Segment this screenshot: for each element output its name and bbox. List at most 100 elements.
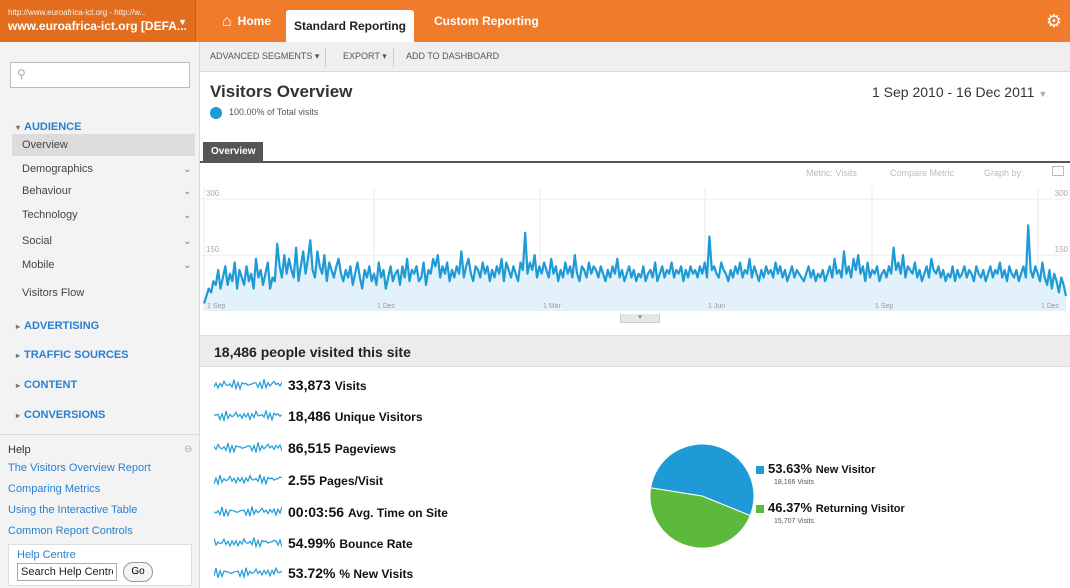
add-to-dashboard-button[interactable]: ADD TO DASHBOARD <box>400 48 505 67</box>
tab-overview[interactable]: Overview <box>203 142 264 162</box>
help-link[interactable]: Comparing Metrics <box>8 483 100 495</box>
metric-number: 53.72% <box>288 565 336 581</box>
legend-sub: 18,166 Visits <box>774 479 814 486</box>
sparkline-path <box>214 442 282 455</box>
tab-underline <box>200 161 1070 163</box>
gear-icon[interactable]: ⚙ <box>1046 11 1062 32</box>
metric-value: 18,486 Unique Visitors <box>288 408 423 424</box>
sidebar-item-social[interactable]: Social ⌄ <box>12 230 195 252</box>
sidebar-item-label: Demographics <box>22 163 93 175</box>
chevron-down-icon: ▾ <box>382 51 387 61</box>
metric-label: Avg. Time on Site <box>347 506 448 520</box>
graph-by-day-icon[interactable] <box>1052 166 1064 176</box>
sidebar-section-traffic-sources[interactable]: ▸ TRAFFIC SOURCES <box>16 349 129 361</box>
sidebar: ⚲ ▾ AUDIENCE Overview Demographics ⌄ Behav… <box>0 42 200 588</box>
collapsed-arrow-icon: ▸ <box>16 411 21 420</box>
metric-number: 86,515 <box>288 440 331 456</box>
sidebar-search-input[interactable]: ⚲ <box>10 62 190 88</box>
chevron-down-icon: ▼ <box>178 17 187 27</box>
metric-value: 86,515 Pageviews <box>288 440 396 456</box>
tab-home[interactable]: ⌂ Home <box>222 0 271 42</box>
metric-label: Pages/Visit <box>319 474 383 488</box>
x-tick-label: 1 Dec <box>1041 303 1060 310</box>
tab-standard-reporting[interactable]: Standard Reporting <box>286 10 414 42</box>
button-label: EXPORT <box>343 51 380 61</box>
legend-swatch <box>756 466 764 474</box>
metric-selector[interactable]: Metric: Visits <box>806 168 857 178</box>
chevron-down-icon: ⌄ <box>183 186 191 196</box>
section-label: CONTENT <box>24 379 78 391</box>
metric-value: 54.99% Bounce Rate <box>288 535 413 551</box>
help-centre-box: Help Centre Go <box>8 544 192 586</box>
sidebar-item-mobile[interactable]: Mobile ⌄ <box>12 254 195 276</box>
metric-value: 53.72% % New Visits <box>288 565 413 581</box>
metric-number: 00:03:56 <box>288 504 345 520</box>
summary-title: 18,486 people visited this site <box>214 344 411 360</box>
sparkline-path <box>214 567 282 580</box>
y-tick-label: 150 <box>206 245 220 254</box>
collapse-icon[interactable]: ⊖ <box>184 444 192 455</box>
x-tick-label: 1 Sep <box>207 303 225 310</box>
x-tick-label: 1 Mar <box>543 303 562 310</box>
section-label: AUDIENCE <box>24 121 82 133</box>
date-range-label: 1 Sep 2010 - 16 Dec 2011 <box>872 84 1035 100</box>
x-tick-label: 1 Dec <box>377 303 396 310</box>
date-range-selector[interactable]: 1 Sep 2010 - 16 Dec 2011 ▼ <box>872 84 1047 100</box>
account-selector[interactable]: http://www.euroafrica-ict.org - http://w… <box>0 0 196 42</box>
analytics-app: http://www.euroafrica-ict.org - http://w… <box>0 0 1070 588</box>
sidebar-item-overview[interactable]: Overview <box>12 134 195 156</box>
sidebar-section-advertising[interactable]: ▸ ADVERTISING <box>16 320 99 332</box>
chevron-down-icon: ▼ <box>1038 89 1048 99</box>
y-tick-label: 300 <box>1055 189 1069 198</box>
help-link[interactable]: Using the Interactive Table <box>8 504 137 516</box>
account-profile: www.euroafrica-ict.org [DEFA... <box>8 19 186 33</box>
home-icon: ⌂ <box>222 13 232 30</box>
help-link[interactable]: Common Report Controls <box>8 525 133 537</box>
help-link[interactable]: The Visitors Overview Report <box>8 462 151 474</box>
sparkline-path <box>214 537 282 549</box>
go-button[interactable]: Go <box>123 562 153 582</box>
tab-home-label: Home <box>237 14 272 28</box>
legend-percent: 46.37% <box>768 500 813 515</box>
collapsed-arrow-icon: ▸ <box>16 322 21 331</box>
compare-metric-selector[interactable]: Compare Metric <box>890 168 954 178</box>
segment-pie-icon <box>210 107 222 119</box>
sidebar-section-content[interactable]: ▸ CONTENT <box>16 379 77 391</box>
advanced-segments-button[interactable]: ADVANCED SEGMENTS ▾ <box>204 48 327 67</box>
sparkline-path <box>214 506 282 518</box>
sidebar-section-conversions[interactable]: ▸ CONVERSIONS <box>16 409 105 421</box>
metric-value: 33,873 Visits <box>288 377 367 393</box>
sidebar-item-label: Technology <box>22 209 78 221</box>
collapsed-arrow-icon: ▸ <box>16 351 21 360</box>
sidebar-item-visitors-flow[interactable]: Visitors Flow <box>12 282 195 304</box>
top-navigation-bar: http://www.euroafrica-ict.org - http://w… <box>0 0 1070 42</box>
metric-number: 2.55 <box>288 472 316 488</box>
help-centre-link[interactable]: Help Centre <box>17 549 183 561</box>
tab-custom-reporting[interactable]: Custom Reporting <box>434 0 539 42</box>
chart-resize-handle[interactable]: ▾ <box>620 314 660 323</box>
sparkline-icon <box>214 567 282 580</box>
y-tick-label: 150 <box>1055 245 1069 254</box>
sparkline-path <box>214 410 282 423</box>
sidebar-item-behaviour[interactable]: Behaviour ⌄ <box>12 180 195 202</box>
sparkline-icon <box>214 506 282 518</box>
sparkline-path <box>214 379 282 391</box>
sidebar-item-label: Social <box>22 235 52 247</box>
collapsed-arrow-icon: ▸ <box>16 381 21 390</box>
sidebar-item-demographics[interactable]: Demographics ⌄ <box>12 158 195 180</box>
chevron-down-icon: ⌄ <box>183 164 191 174</box>
metric-label: Bounce Rate <box>339 537 413 551</box>
visits-area <box>204 225 1066 311</box>
sparkline-icon <box>214 442 282 455</box>
help-search-input[interactable] <box>17 563 117 581</box>
sidebar-section-audience[interactable]: ▾ AUDIENCE <box>16 121 81 133</box>
section-label: ADVERTISING <box>24 320 100 332</box>
sidebar-item-technology[interactable]: Technology ⌄ <box>12 204 195 226</box>
sparkline-icon <box>214 474 282 487</box>
search-icon: ⚲ <box>17 67 26 81</box>
page-title: Visitors Overview <box>210 82 353 101</box>
legend-sub: 15,707 Visits <box>774 518 814 525</box>
chevron-down-icon: ▾ <box>314 51 320 61</box>
export-button[interactable]: EXPORT ▾ <box>337 48 394 67</box>
legend-returning-visitor-value: 46.37% Returning Visitor <box>768 500 905 515</box>
